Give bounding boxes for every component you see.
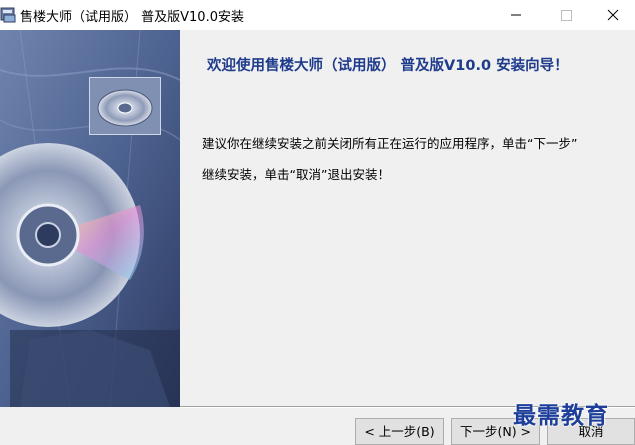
wizard-side-banner — [0, 30, 180, 407]
instruction-text-line-2: 继续安装，单击“取消”退出安装！ — [202, 167, 390, 182]
instruction-text-line-1: 建议你在继续安装之前关闭所有正在运行的应用程序，单击“下一步” — [202, 136, 578, 151]
window-title: 售楼大师（试用版） 普及版V10.0安装 — [20, 10, 244, 25]
maximize-icon[interactable] — [543, 0, 589, 30]
cd-thumbnail — [89, 77, 161, 135]
welcome-heading: 欢迎使用售楼大师（试用版） 普及版V10.0 安装向导！ — [207, 58, 569, 74]
back-button[interactable]: < 上一步(B) — [355, 418, 444, 445]
title-bar: 售楼大师（试用版） 普及版V10.0安装 — [0, 0, 635, 30]
minimize-icon[interactable] — [493, 0, 539, 30]
installer-app-icon — [0, 7, 16, 23]
watermark-logo: 最需教育 — [513, 402, 609, 429]
close-icon[interactable] — [590, 0, 635, 30]
